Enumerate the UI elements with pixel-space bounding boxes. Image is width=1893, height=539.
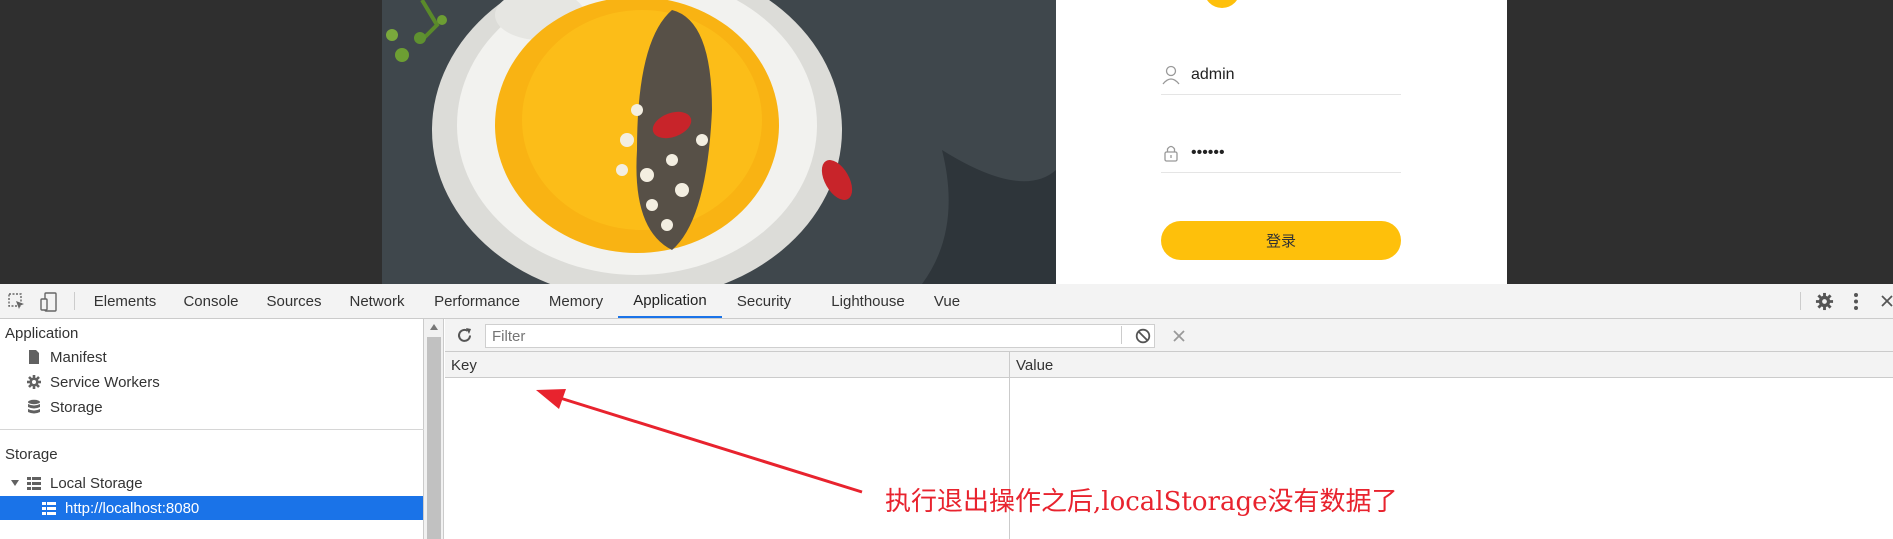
tab-sources[interactable]: Sources [258, 284, 330, 318]
gear-icon[interactable] [1815, 292, 1834, 311]
sidebar-divider [0, 429, 424, 430]
column-header-value[interactable]: Value [1010, 352, 1053, 378]
file-icon [29, 350, 39, 364]
tab-elements[interactable]: Elements [86, 284, 164, 318]
tabbar-separator [1800, 292, 1801, 310]
sidebar-item-label: Manifest [50, 348, 107, 366]
database-icon [28, 399, 40, 414]
user-icon [1162, 65, 1180, 84]
more-icon[interactable] [1853, 292, 1859, 311]
sidebar-item-manifest[interactable]: Manifest [26, 345, 107, 369]
sidebar-item-label: Service Workers [50, 373, 160, 391]
tab-lighthouse[interactable]: Lighthouse [826, 284, 910, 318]
chevron-down-icon[interactable] [10, 478, 20, 488]
username-field[interactable]: admin [1161, 55, 1401, 95]
tab-vue[interactable]: Vue [928, 284, 966, 318]
tab-console[interactable]: Console [174, 284, 248, 318]
scrollbar-thumb[interactable] [427, 337, 441, 539]
devtools-tabbar: Elements Console Sources Network Perform… [0, 284, 1893, 319]
sidebar-item-storage[interactable]: Storage [26, 395, 103, 419]
app-viewport: admin •••••• 登录 [0, 0, 1893, 284]
login-panel: admin •••••• 登录 [1056, 0, 1507, 284]
annotation-text: 执行退出操作之后,localStorage没有数据了 [885, 487, 1398, 517]
sidebar-scrollbar[interactable] [424, 319, 444, 539]
food-photo [382, 0, 1056, 284]
filter-input[interactable] [485, 324, 1155, 348]
tab-security[interactable]: Security [732, 284, 796, 318]
password-value: •••••• [1191, 143, 1225, 161]
scroll-up-icon[interactable] [429, 323, 439, 331]
password-field[interactable]: •••••• [1161, 133, 1401, 173]
delete-icon[interactable] [1173, 330, 1185, 342]
sidebar-item-local-storage[interactable]: Local Storage [10, 471, 143, 495]
device-toggle-icon[interactable] [40, 292, 58, 312]
username-value: admin [1191, 65, 1235, 83]
grid-icon [42, 502, 56, 515]
clear-icon[interactable] [1135, 328, 1151, 344]
tabbar-separator [74, 292, 75, 310]
sidebar-item-label: Local Storage [50, 474, 143, 492]
gear-icon [27, 375, 41, 389]
lock-icon [1164, 145, 1178, 162]
tab-performance[interactable]: Performance [424, 284, 530, 318]
close-icon[interactable] [1881, 295, 1893, 307]
sidebar-item-label: http://localhost:8080 [65, 499, 200, 517]
sidebar-item-label: Storage [50, 398, 103, 416]
column-header-key[interactable]: Key [445, 352, 477, 378]
toolbar-separator [1121, 326, 1122, 344]
storage-toolbar [445, 319, 1893, 352]
refresh-icon[interactable] [456, 327, 473, 344]
tab-application[interactable]: Application [618, 284, 722, 318]
logo-icon [1207, 0, 1237, 8]
sidebar-item-localhost[interactable]: http://localhost:8080 [0, 496, 423, 520]
inspect-icon[interactable] [8, 293, 26, 311]
sidebar-heading-application: Application [5, 325, 79, 342]
tab-memory[interactable]: Memory [540, 284, 612, 318]
application-sidebar: Application Manifest Service Workers Sto… [0, 319, 424, 539]
tab-network[interactable]: Network [340, 284, 414, 318]
sidebar-heading-storage: Storage [5, 446, 58, 463]
grid-icon [27, 477, 41, 490]
sidebar-item-service-workers[interactable]: Service Workers [26, 370, 160, 394]
login-button[interactable]: 登录 [1161, 221, 1401, 260]
storage-table-header: Key Value [445, 352, 1893, 378]
